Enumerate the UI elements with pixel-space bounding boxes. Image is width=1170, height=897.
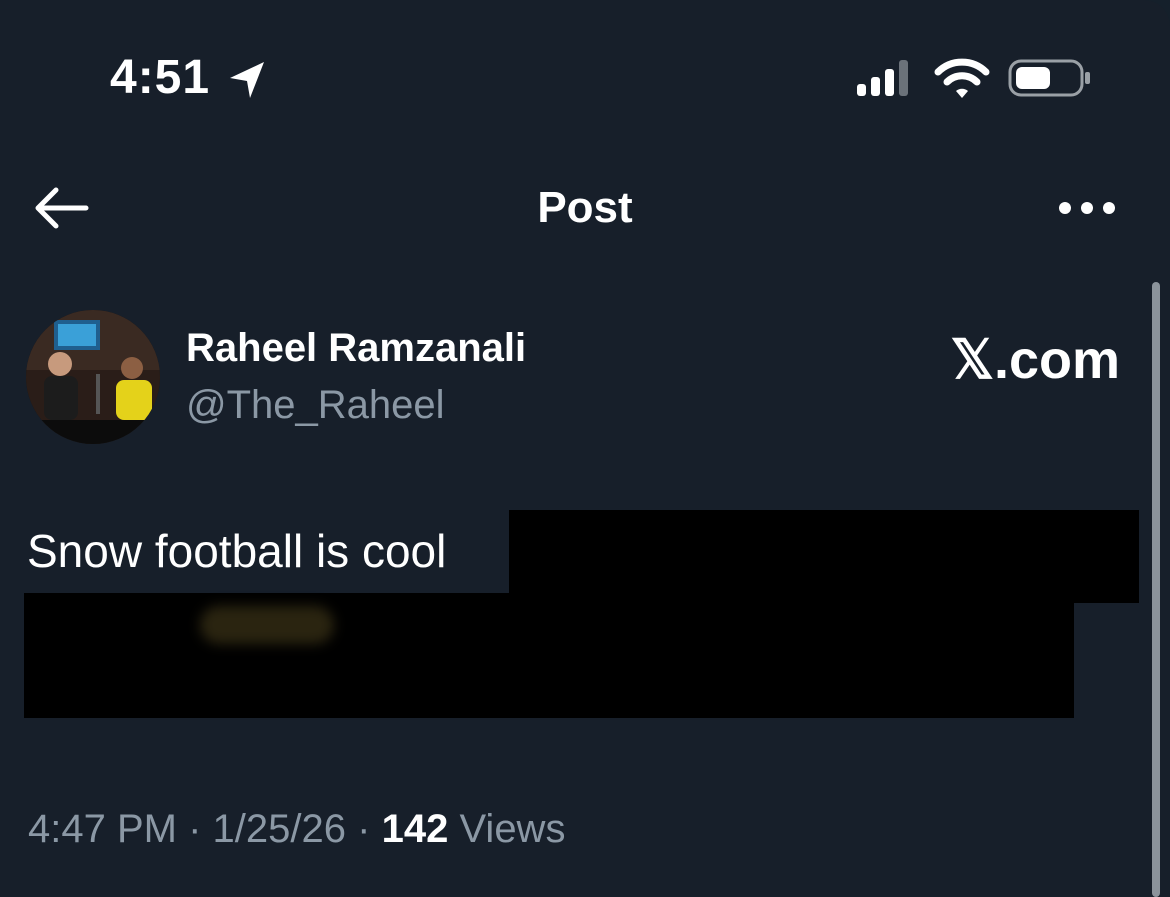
post-text: Snow football is cool: [27, 525, 447, 577]
battery-icon: [1008, 59, 1090, 97]
username-handle[interactable]: @The_Raheel: [186, 380, 445, 430]
cellular-signal-icon: [857, 60, 908, 96]
avatar[interactable]: [26, 310, 160, 444]
post-screen: 4:51 Post Raheel Ramzanali @The_Raheel 𝕏…: [0, 0, 1170, 897]
display-name[interactable]: Raheel Ramzanali: [186, 322, 526, 374]
post-date: 1/25/26: [212, 807, 347, 851]
page-title: Post: [537, 183, 633, 232]
separator: ·: [188, 807, 202, 851]
location-arrow-icon: [230, 62, 264, 98]
views-label[interactable]: Views: [459, 807, 565, 851]
post-metadata: 4:47 PM · 1/25/26 · 142 Views: [28, 804, 565, 854]
views-count[interactable]: 142: [382, 807, 449, 851]
post-time: 4:47 PM: [28, 807, 177, 851]
ellipsis-icon: [1059, 202, 1115, 214]
wifi-icon: [934, 58, 990, 98]
more-options-button[interactable]: [1052, 190, 1122, 226]
status-time: 4:51: [110, 51, 211, 104]
x-com-watermark: 𝕏.com: [950, 330, 1120, 390]
scrollbar[interactable]: [1152, 282, 1160, 897]
redaction-bar: [24, 593, 1074, 718]
avatar-photo: [26, 310, 160, 444]
separator: ·: [357, 807, 371, 851]
blurred-emoji: [200, 606, 334, 644]
redaction-bar: [509, 510, 1139, 603]
